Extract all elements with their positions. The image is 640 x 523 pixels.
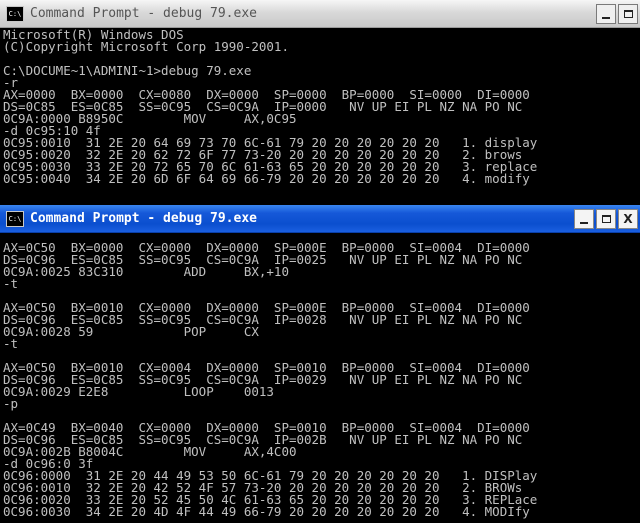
console-window-icon[interactable]: C:\ xyxy=(6,210,24,227)
console-line: 0C95:0040 34 2E 20 6D 6F 64 69 66-79 20 … xyxy=(3,171,530,186)
minimize-icon xyxy=(602,17,610,19)
console-line: 0C96:0030 34 2E 20 4D 4F 44 49 66-79 20 … xyxy=(3,504,530,519)
command-prompt-window-front[interactable]: C:\ Command Prompt - debug 79.exe X AX=0… xyxy=(0,205,640,523)
maximize-icon xyxy=(623,10,633,18)
console-line: -t xyxy=(3,336,19,351)
console-output[interactable]: Microsoft(R) Windows DOS (C)Copyright Mi… xyxy=(0,29,640,205)
console-line: 0C9A:0025 83C310 ADD BX,+10 xyxy=(3,264,289,279)
close-icon: X xyxy=(623,212,633,226)
console-line: 0C9A:0029 E2E8 LOOP 0013 xyxy=(3,384,274,399)
console-line: (C)Copyright Microsoft Corp 1990-2001. xyxy=(3,39,289,54)
console-line: -t xyxy=(3,276,19,291)
window-controls xyxy=(596,4,638,24)
minimize-button[interactable] xyxy=(596,4,616,24)
title-bar[interactable]: C:\ Command Prompt - debug 79.exe X xyxy=(0,205,640,233)
console-output[interactable]: AX=0C50 BX=0000 CX=0000 DX=0000 SP=000E … xyxy=(0,242,640,523)
maximize-button[interactable] xyxy=(596,209,616,229)
minimize-icon xyxy=(580,222,588,224)
console-line: C:\DOCUME~1\ADMINI~1>debug 79.exe xyxy=(3,63,252,78)
window-title: Command Prompt - debug 79.exe xyxy=(30,211,257,226)
console-line: -p xyxy=(3,396,19,411)
window-title: Command Prompt - debug 79.exe xyxy=(30,6,257,21)
console-line: 0C9A:0028 59 POP CX xyxy=(3,324,259,339)
maximize-button[interactable] xyxy=(618,4,638,24)
close-button[interactable]: X xyxy=(618,209,638,229)
maximize-icon xyxy=(601,215,611,223)
title-bar[interactable]: C:\ Command Prompt - debug 79.exe xyxy=(0,0,640,28)
console-window-icon[interactable]: C:\ xyxy=(6,5,24,22)
command-prompt-window-back[interactable]: C:\ Command Prompt - debug 79.exe Micros… xyxy=(0,0,640,205)
minimize-button[interactable] xyxy=(574,209,594,229)
window-controls: X xyxy=(574,209,638,229)
